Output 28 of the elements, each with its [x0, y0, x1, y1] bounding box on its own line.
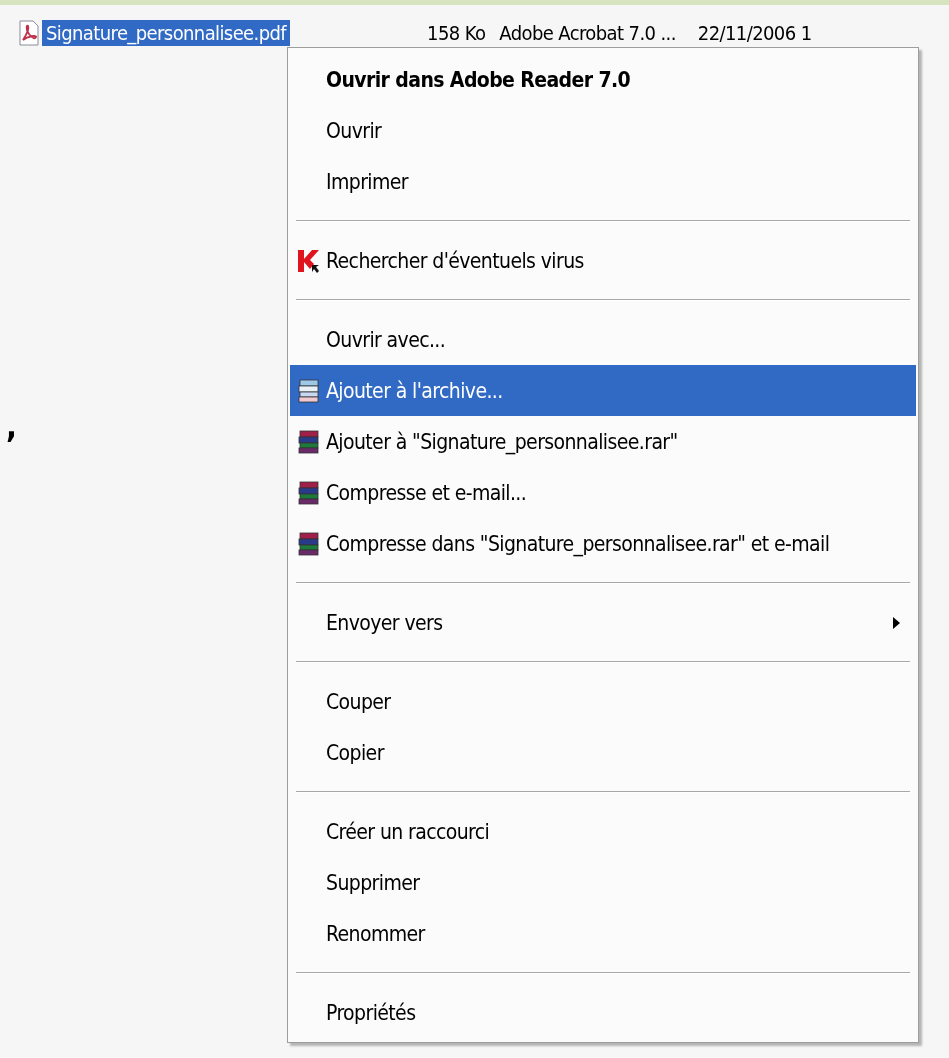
books-stack-icon: [296, 480, 322, 506]
menu-item[interactable]: Ouvrir avec...: [290, 314, 916, 365]
books-stack-icon: [296, 378, 322, 404]
menu-item[interactable]: Ajouter à "Signature_personnalisee.rar": [290, 416, 916, 467]
file-date: 22/11/2006 1: [697, 20, 812, 45]
books-stack-icon: [296, 531, 322, 557]
menu-item[interactable]: Créer un raccourci: [290, 806, 916, 857]
books-stack-icon: [296, 429, 322, 455]
menu-item[interactable]: Copier: [290, 727, 916, 778]
menu-item[interactable]: Imprimer: [290, 156, 916, 207]
menu-item[interactable]: Envoyer vers: [290, 597, 916, 648]
file-name[interactable]: Signature_personnalisee.pdf: [42, 19, 291, 46]
menu-item[interactable]: Ouvrir: [290, 105, 916, 156]
file-size: 158 Ko: [427, 20, 486, 45]
menu-item[interactable]: Ouvrir dans Adobe Reader 7.0: [290, 54, 916, 105]
menu-item[interactable]: Compresse dans "Signature_personnalisee.rar" et e-mail: [290, 518, 916, 569]
menu-item[interactable]: Propriétés: [290, 987, 916, 1038]
file-type: Adobe Acrobat 7.0 ...: [499, 20, 676, 45]
stray-mark: ,: [6, 407, 17, 445]
k-letter-icon: [296, 248, 322, 274]
submenu-arrow-icon: [893, 617, 900, 629]
pdf-file-icon: [18, 19, 40, 46]
menu-item[interactable]: Couper: [290, 676, 916, 727]
menu-item[interactable]: Compresse et e-mail...: [290, 467, 916, 518]
menu-item[interactable]: Supprimer: [290, 857, 916, 908]
menu-item[interactable]: Rechercher d'éventuels virus: [290, 235, 916, 286]
menu-item[interactable]: Ajouter à l'archive...: [290, 365, 916, 416]
menu-item[interactable]: Renommer: [290, 908, 916, 959]
